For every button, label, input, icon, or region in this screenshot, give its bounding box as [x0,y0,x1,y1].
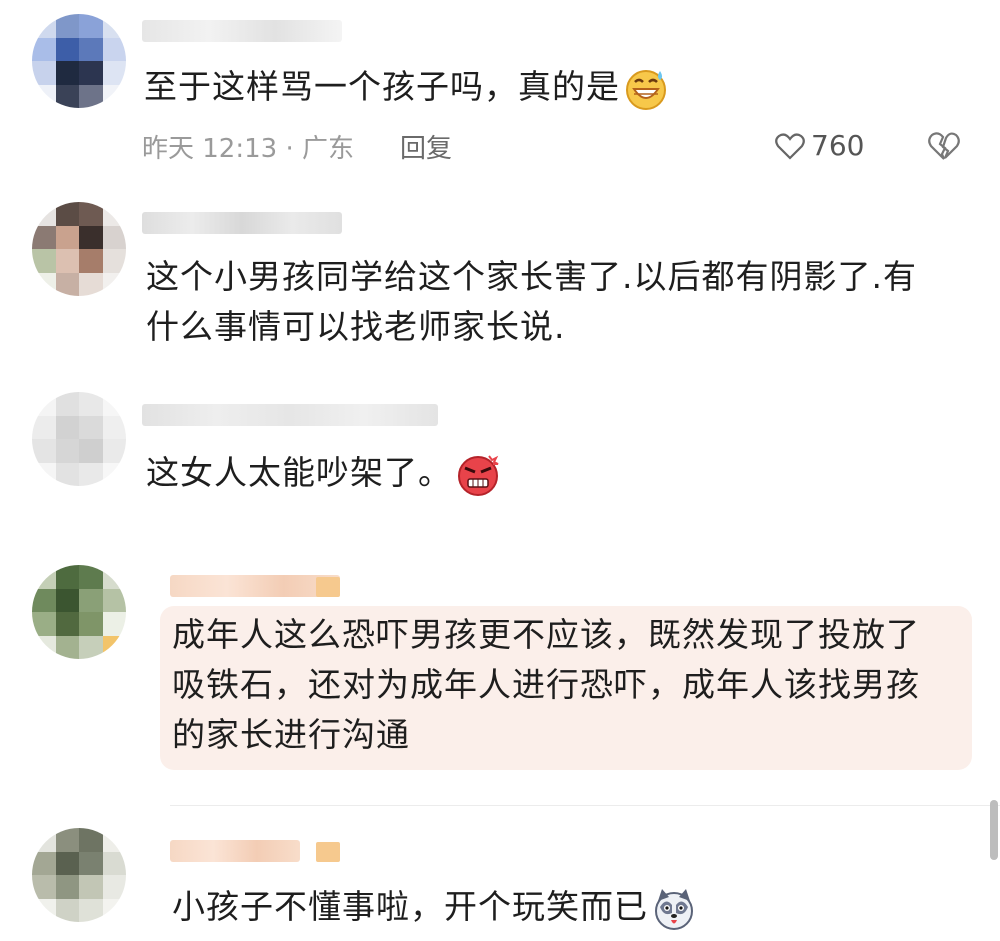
comment-text-line: 什么事情可以找老师家长说. [146,307,566,346]
avatar[interactable] [32,392,126,486]
scrollbar[interactable] [990,800,998,860]
username[interactable] [170,840,300,862]
comment-text-line: 成年人这么恐吓男孩更不应该，既然发现了投放了 [172,615,920,654]
comment-text: 成年人这么恐吓男孩更不应该，既然发现了投放了 吸铁石，还对为成年人进行恐吓，成年… [172,610,920,760]
username[interactable] [142,20,342,42]
reply-button[interactable]: 回复 [400,128,452,165]
avatar[interactable] [32,828,126,922]
comment-text-line: 这个小男孩同学给这个家长害了.以后都有阴影了.有 [146,257,917,296]
grinning-sweat-emoji [626,69,666,110]
user-badge [316,842,340,862]
comment-text: 这女人太能吵架了。 [146,448,500,498]
comment-text: 小孩子不懂事啦，开个玩笑而已 [172,882,696,932]
comment-meta: 昨天 12:13 · 广东 [142,134,354,164]
avatar[interactable] [32,565,126,659]
username[interactable] [142,404,438,426]
username[interactable] [142,212,342,234]
comment-text-line: 这女人太能吵架了。 [146,453,452,492]
husky-dog-emoji [655,888,693,930]
avatar[interactable] [32,202,126,296]
angry-face-emoji [458,454,499,496]
comment-text: 这个小男孩同学给这个家长害了.以后都有阴影了.有 什么事情可以找老师家长说. [146,252,917,352]
heart-icon [775,132,805,160]
comment-text-line: 的家长进行沟通 [172,715,410,754]
username[interactable] [170,575,340,597]
comment-text-line: 小孩子不懂事啦，开个玩笑而已 [172,887,648,926]
comment-text-line: 吸铁石，还对为成年人进行恐吓，成年人该找男孩 [172,665,920,704]
like-button[interactable]: 760 [775,129,864,162]
divider [170,805,1000,806]
avatar[interactable] [32,14,126,108]
user-badge [316,577,340,597]
comment-text: 至于这样骂一个孩子吗，真的是 [144,62,668,112]
broken-heart-icon[interactable] [928,131,960,161]
comment-text-line: 至于这样骂一个孩子吗，真的是 [144,67,620,106]
like-count: 760 [811,129,865,162]
